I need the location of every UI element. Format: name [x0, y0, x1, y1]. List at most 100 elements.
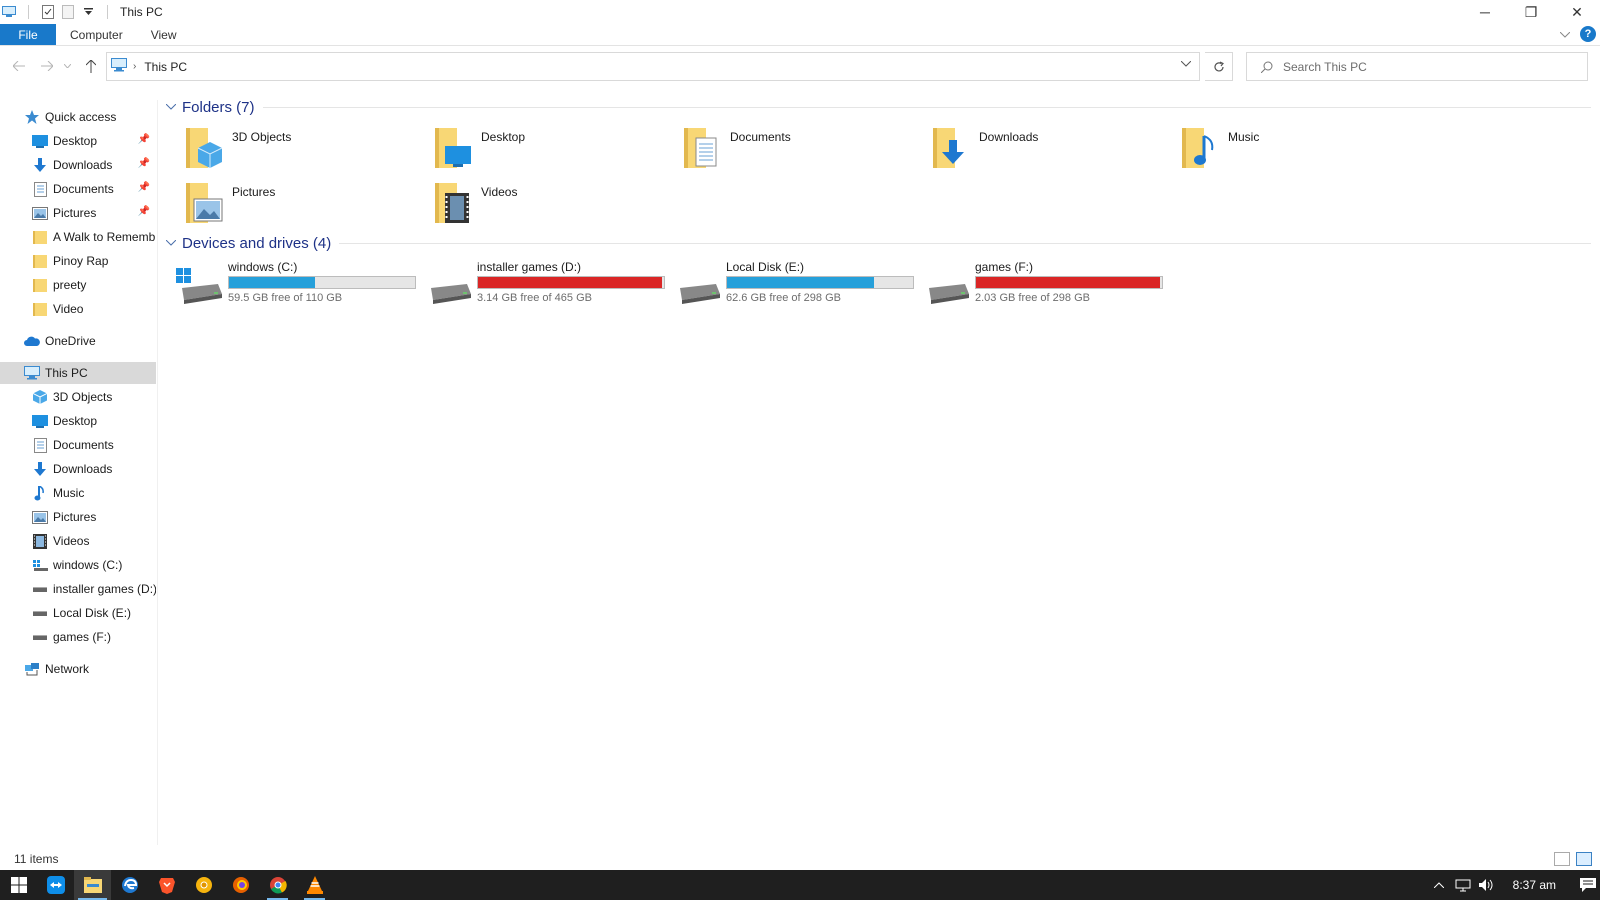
sidebar-item-desktop[interactable]: Desktop	[0, 410, 156, 432]
sidebar-item-desktop[interactable]: Desktop 📌	[0, 130, 156, 152]
sidebar-item-downloads[interactable]: Downloads	[0, 458, 156, 480]
new-folder-icon[interactable]	[61, 5, 75, 19]
this-pc-icon[interactable]	[2, 5, 16, 19]
pin-icon[interactable]: 📌	[138, 158, 150, 169]
sidebar-item-folder[interactable]: Video	[0, 298, 156, 320]
folder-downloads[interactable]: Downloads	[931, 126, 1171, 174]
taskbar-app-chrome[interactable]	[259, 870, 296, 900]
sidebar-label: Network	[45, 662, 90, 676]
sidebar-item-documents[interactable]: Documents 📌	[0, 178, 156, 200]
drive-icon	[425, 268, 471, 304]
navigation-bar: › This PC	[0, 50, 1600, 84]
sidebar-label: Desktop	[53, 134, 98, 148]
volume-icon[interactable]	[1475, 879, 1499, 891]
folder-3d-objects[interactable]: 3D Objects	[184, 126, 424, 174]
sidebar-item-drive-c[interactable]: windows (C:)	[0, 554, 156, 576]
status-bar: 11 items	[0, 848, 1600, 870]
show-hidden-icons-icon[interactable]	[1427, 882, 1451, 888]
sidebar-item-3d-objects[interactable]: 3D Objects	[0, 386, 156, 408]
downloads-folder-icon	[931, 126, 977, 174]
pin-icon[interactable]: 📌	[138, 206, 150, 217]
expand-ribbon-icon[interactable]	[1559, 27, 1571, 41]
folder-desktop[interactable]: Desktop	[433, 126, 673, 174]
search-input[interactable]	[1283, 59, 1563, 74]
pin-icon[interactable]: 📌	[138, 134, 150, 145]
folder-music[interactable]: Music	[1180, 126, 1420, 174]
sidebar-item-videos[interactable]: Videos	[0, 530, 156, 552]
collapse-chevron-icon[interactable]	[165, 237, 177, 249]
sidebar-item-folder[interactable]: preety	[0, 274, 156, 296]
sidebar-item-downloads[interactable]: Downloads 📌	[0, 154, 156, 176]
windows-drive-icon	[32, 557, 48, 573]
vlc-icon	[306, 876, 323, 894]
minimize-button[interactable]: ─	[1462, 0, 1508, 24]
large-icons-view-button[interactable]	[1576, 852, 1592, 866]
address-bar[interactable]: › This PC	[106, 52, 1200, 81]
sidebar-item-music[interactable]: Music	[0, 482, 156, 504]
close-button[interactable]: ✕	[1554, 0, 1600, 24]
search-box[interactable]	[1246, 52, 1588, 81]
clock[interactable]: 8:37 am	[1513, 878, 1556, 892]
drive-e[interactable]: Local Disk (E:) 62.6 GB free of 298 GB	[674, 260, 919, 308]
network-status-icon[interactable]	[1451, 879, 1475, 892]
taskbar-app-firefox[interactable]	[222, 870, 259, 900]
taskbar-app-edge[interactable]	[111, 870, 148, 900]
taskbar-app-teamviewer[interactable]	[37, 870, 74, 900]
taskbar-app-vlc[interactable]	[296, 870, 333, 900]
sidebar-item-quick-access[interactable]: Quick access	[0, 106, 156, 128]
drive-usage-fill	[976, 277, 1161, 288]
customize-toolbar-icon[interactable]	[81, 5, 95, 19]
sidebar-item-onedrive[interactable]: OneDrive	[0, 330, 156, 352]
drive-d[interactable]: installer games (D:) 3.14 GB free of 465…	[425, 260, 670, 308]
restore-button[interactable]: ❐	[1508, 0, 1554, 24]
drive-f[interactable]: games (F:) 2.03 GB free of 298 GB	[923, 260, 1168, 308]
up-button[interactable]	[80, 55, 102, 77]
sidebar-item-this-pc[interactable]: This PC	[0, 362, 156, 384]
properties-icon[interactable]	[41, 5, 55, 19]
sidebar-item-pictures[interactable]: Pictures	[0, 506, 156, 528]
sidebar-item-documents[interactable]: Documents	[0, 434, 156, 456]
forward-button[interactable]	[36, 55, 58, 77]
address-history-chevron-icon[interactable]	[1180, 59, 1192, 70]
collapse-chevron-icon[interactable]	[165, 101, 177, 113]
sidebar-label: Quick access	[45, 110, 117, 124]
action-center-icon[interactable]	[1576, 878, 1600, 892]
breadcrumb-this-pc[interactable]: This PC	[144, 60, 187, 74]
sidebar-label: preety	[53, 278, 87, 292]
tab-computer[interactable]: Computer	[56, 24, 137, 45]
sidebar-item-drive-e[interactable]: Local Disk (E:)	[0, 602, 156, 624]
sidebar-item-drive-d[interactable]: installer games (D:)	[0, 578, 156, 600]
details-view-button[interactable]	[1554, 852, 1570, 866]
pin-icon[interactable]: 📌	[138, 182, 150, 193]
edge-icon	[121, 877, 138, 893]
taskbar-app-brave[interactable]	[148, 870, 185, 900]
drive-c[interactable]: windows (C:) 59.5 GB free of 110 GB	[176, 260, 421, 308]
pictures-icon	[32, 509, 48, 525]
start-button[interactable]	[0, 870, 37, 900]
sidebar-item-network[interactable]: Network	[0, 658, 156, 680]
sidebar-item-pictures[interactable]: Pictures 📌	[0, 202, 156, 224]
folder-videos[interactable]: Videos	[433, 181, 673, 229]
sidebar-item-folder[interactable]: Pinoy Rap	[0, 250, 156, 272]
refresh-button[interactable]	[1205, 52, 1233, 81]
folder-pictures[interactable]: Pictures	[184, 181, 424, 229]
recent-locations-button[interactable]	[60, 55, 74, 77]
drive-free-space: 3.14 GB free of 465 GB	[477, 292, 592, 304]
taskbar-app-file-explorer[interactable]	[74, 870, 111, 900]
folder-documents[interactable]: Documents	[682, 126, 922, 174]
breadcrumb-separator-icon[interactable]: ›	[133, 61, 136, 72]
tab-view[interactable]: View	[137, 24, 191, 45]
downloads-icon	[32, 157, 48, 173]
videos-folder-icon	[433, 181, 479, 229]
sidebar-item-folder[interactable]: A Walk to Rememb	[0, 226, 156, 248]
help-icon[interactable]: ?	[1580, 26, 1596, 42]
drives-group-header[interactable]: Devices and drives (4)	[165, 232, 1591, 254]
firefox-icon	[232, 877, 249, 893]
folder-icon	[32, 277, 48, 293]
back-button[interactable]	[8, 55, 30, 77]
sidebar-item-drive-f[interactable]: games (F:)	[0, 626, 156, 648]
taskbar-app-chrome-canary[interactable]	[185, 870, 222, 900]
tab-file[interactable]: File	[0, 24, 56, 45]
system-tray: 8:37 am	[1427, 870, 1600, 900]
folders-group-header[interactable]: Folders (7)	[165, 96, 1591, 118]
